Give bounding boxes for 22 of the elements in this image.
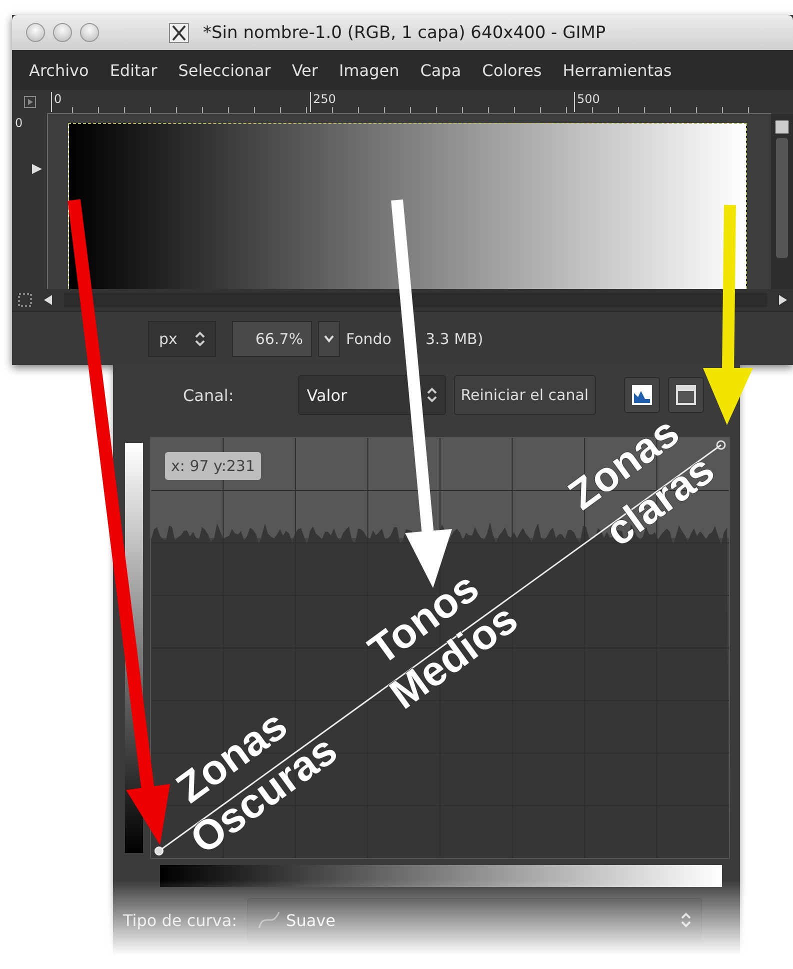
ruler-label: 500	[574, 92, 600, 112]
curve-type-label: Tipo de curva:	[123, 910, 238, 930]
menu-item[interactable]: Capa	[420, 60, 462, 80]
reset-channel-button[interactable]: Reiniciar el canal	[454, 375, 596, 415]
coordinates-tooltip: x: 97 y:231	[165, 452, 262, 480]
menu-item[interactable]: Ver	[292, 60, 318, 80]
unit-select[interactable]: px	[148, 320, 216, 356]
status-text: Fondo	[346, 330, 392, 348]
menu-item[interactable]: Imagen	[338, 60, 400, 80]
ruler-label: 0	[15, 116, 23, 130]
menu-item[interactable]: Herramientas	[562, 60, 672, 80]
window-title: *Sin nombre-1.0 (RGB, 1 capa) 640x400 - GIMP	[203, 22, 606, 42]
status-text: 3.3 MB)	[425, 330, 484, 348]
ruler-label: 250	[310, 92, 336, 112]
menu-item[interactable]: Archivo	[29, 60, 89, 80]
channel-select[interactable]: Valor	[298, 375, 446, 415]
menu-item[interactable]: Editar	[110, 60, 158, 80]
zoom-field[interactable]: 66.7%	[232, 320, 312, 356]
menu-item[interactable]: Seleccionar	[178, 60, 271, 80]
ruler-label: 0	[51, 92, 62, 112]
menu-item[interactable]: Colores	[482, 60, 542, 80]
channel-label: Canal:	[183, 386, 234, 404]
